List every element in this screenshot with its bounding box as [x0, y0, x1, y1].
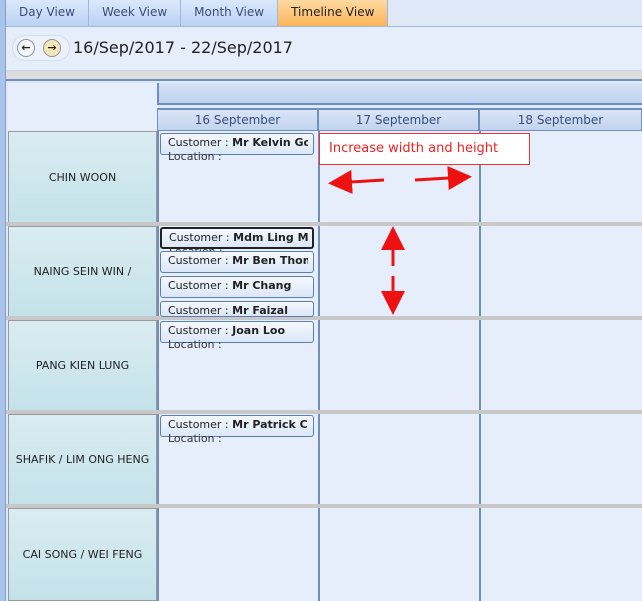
arrow-left — [328, 169, 385, 194]
annotation-arrows — [328, 166, 472, 315]
arrow-right — [414, 166, 472, 191]
